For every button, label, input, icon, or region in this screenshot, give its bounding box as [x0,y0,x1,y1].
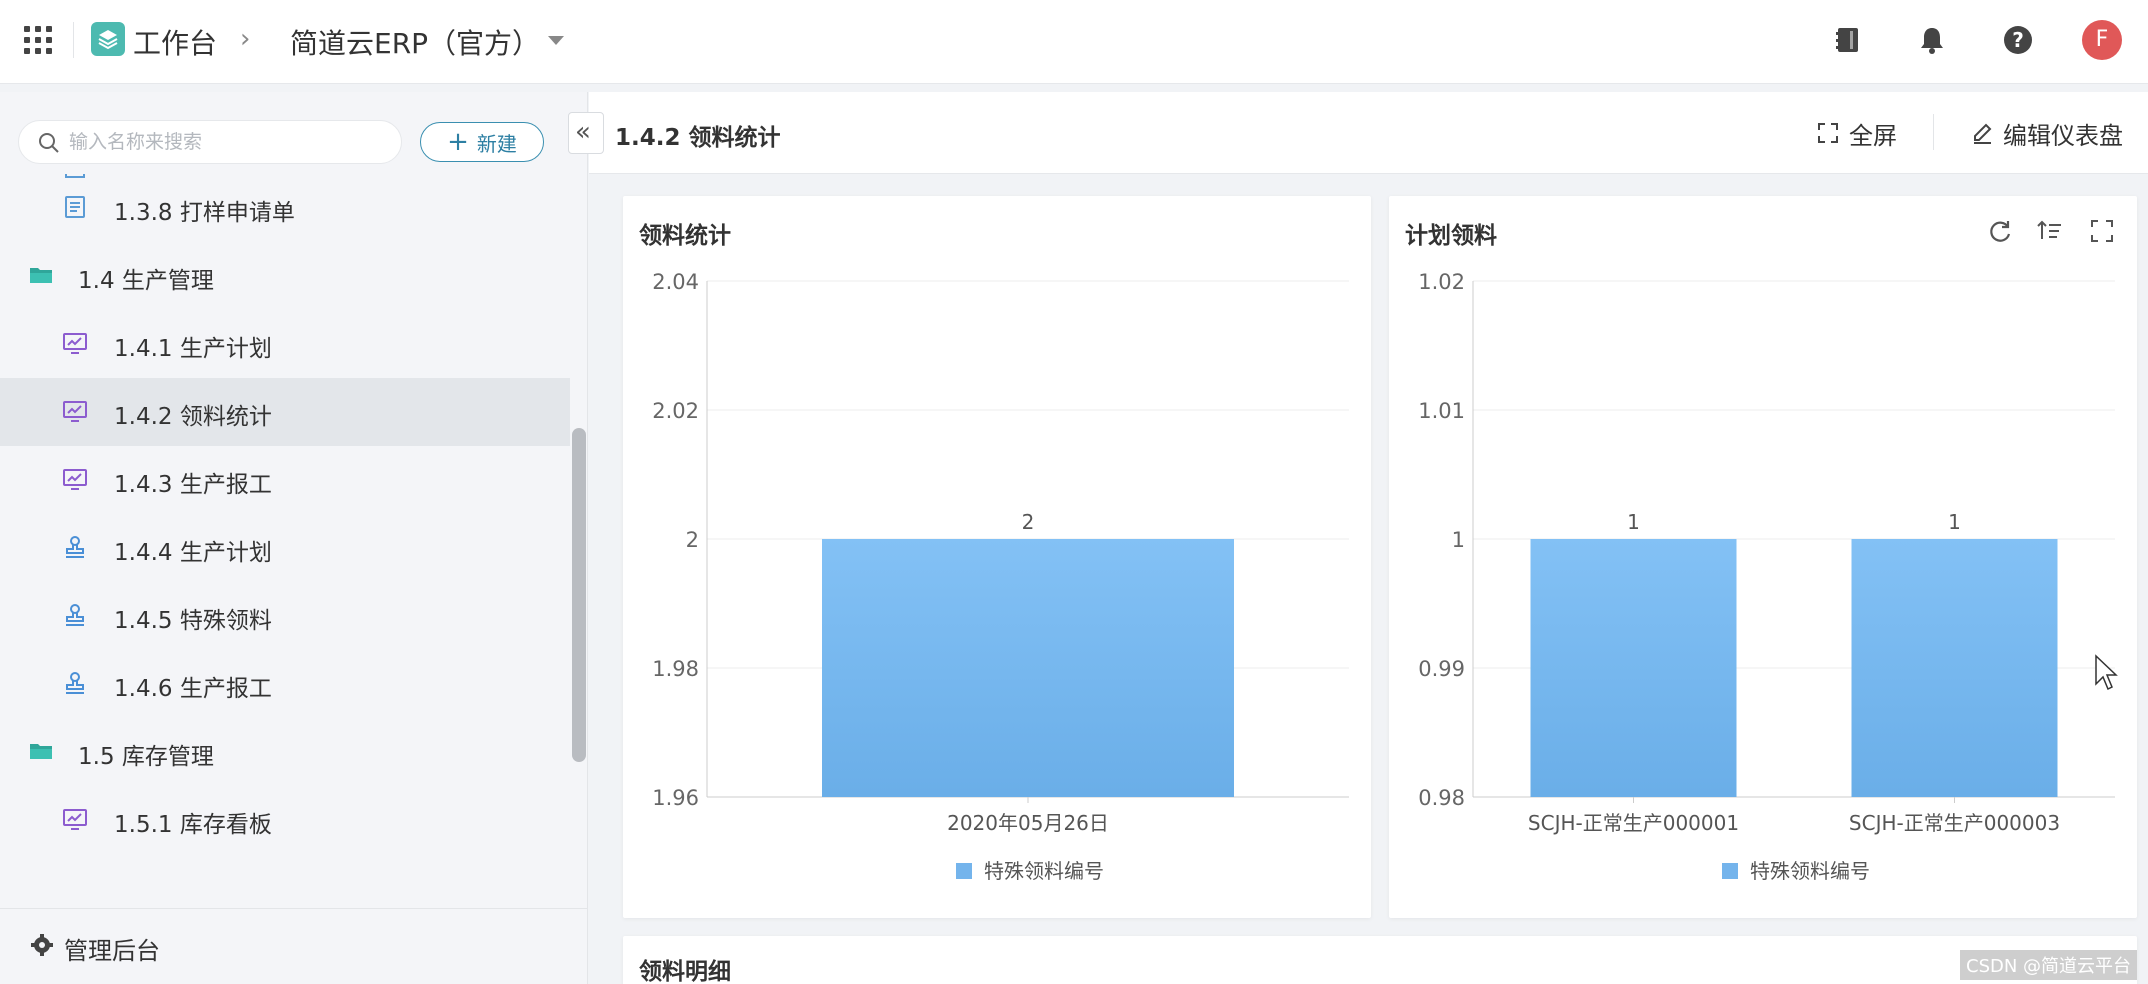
gear-icon [31,934,53,956]
data-label: 1 [1948,510,1961,534]
breadcrumb-chevron-icon: › [240,24,251,54]
stamp-icon [66,536,84,558]
admin-label: 管理后台 [64,937,160,965]
data-label: 1 [1627,510,1640,534]
sidebar-item-1-4-2[interactable]: 1.4.2 领料统计 [0,378,570,446]
apps-grid-icon[interactable] [24,26,52,54]
sidebar-item-label: 1.5.1 库存看板 [114,812,272,838]
sidebar-item-label: 1.4 生产管理 [78,268,214,294]
divider [73,22,74,58]
bar [1530,539,1737,797]
x-tick-label: SCJH-正常生产000001 [1528,811,1739,835]
bar [822,539,1234,797]
legend-label: 特殊领料编号 [984,859,1104,883]
search-input[interactable] [69,121,389,163]
chart-card-left: 领料统计 2.04 2.02 2 1.98 1.96 2 2020年05月26日 特殊领料编号 [623,196,1371,918]
sidebar-item-label: 1.4.6 生产报工 [114,676,272,702]
search-box[interactable] [18,120,402,164]
plus-icon: + [447,127,469,157]
sidebar-item-label: 1.4.1 生产计划 [114,336,272,362]
divider [1933,114,1934,150]
folder-icon [30,744,52,759]
dashboard-icon [63,401,87,422]
y-tick-label: 1.98 [652,657,699,681]
dashboard-icon [63,469,87,490]
legend: 特殊领料编号 [1722,859,1870,883]
sidebar-item-label: 1.4.4 生产计划 [114,540,272,566]
workbench-logo-icon[interactable] [91,22,125,56]
bar-chart-left: 2.04 2.02 2 1.98 1.96 2 2020年05月26日特殊领料编号 [652,270,1349,883]
dashboard-icon [63,333,87,354]
edit-dashboard-label: 编辑仪表盘 [2003,121,2123,150]
y-tick-label: 0.98 [1418,786,1465,810]
sidebar-item-1-4-6[interactable]: 1.4.6 生产报工 [0,650,570,718]
legend-swatch [1722,863,1738,879]
x-tick-label: 2020年05月26日 [947,811,1109,835]
sidebar-scrollbar[interactable] [572,428,586,762]
sidebar-item-label: 1.4.3 生产报工 [114,472,272,498]
fullscreen-button[interactable]: 全屏 [1817,116,1897,150]
form-icon [65,196,85,218]
admin-link[interactable]: 管理后台 [0,908,587,984]
y-tick-label: 1 [1452,528,1465,552]
app-name[interactable]: 简道云ERP（官方） [290,22,540,62]
detail-card: 领料明细 [623,936,2137,984]
y-tick-label: 2.02 [652,399,699,423]
folder-icon [30,268,52,283]
edit-dashboard-button[interactable]: 编辑仪表盘 [1971,116,2123,150]
sidebar-item-1-4-1[interactable]: 1.4.1 生产计划 [0,310,570,378]
legend-label: 特殊领料编号 [1750,859,1870,883]
sidebar-item-1-4-4[interactable]: 1.4.4 生产计划 [0,514,570,582]
new-button[interactable]: + 新建 [420,122,544,162]
new-button-label: 新建 [476,131,517,156]
navigation-tree: 1.3.8 打样申请单 1.4 生产管理 1.4.1 生产计划 1.4.2 领料… [0,174,570,904]
pencil-icon [1974,123,1992,144]
y-tick-label: 2 [686,528,699,552]
stamp-icon [66,672,84,694]
sidebar-item-1-4-3[interactable]: 1.4.3 生产报工 [0,446,570,514]
collapse-sidebar-button[interactable]: « [568,112,604,154]
sidebar-item-label: 1.4.5 特殊领料 [114,608,272,634]
stamp-icon [66,604,84,626]
top-bar: 工作台 › 简道云ERP（官方） ? F [0,0,2148,84]
bell-icon[interactable] [1914,22,1950,58]
avatar[interactable]: F [2082,20,2122,60]
bar [1851,539,2058,797]
workbench-link[interactable]: 工作台 [133,22,217,62]
dashboard-header: 1.4.2 领料统计 全屏 编辑仪表盘 [589,92,2148,174]
legend-swatch [956,863,972,879]
detail-card-title: 领料明细 [639,959,731,984]
double-chevron-left-icon: « [575,117,591,147]
legend: 特殊领料编号 [956,859,1104,883]
sidebar-item-label: 1.5 库存管理 [78,744,214,770]
sidebar-item-1-5-1[interactable]: 1.5.1 库存看板 [0,786,570,854]
y-tick-label: 2.04 [652,270,699,294]
bar-chart-right: 1.02 1.01 1 0.99 0.98 1 SCJH-正常生产000001 1 SCJH-正… [1418,270,2115,883]
y-tick-label: 1.01 [1418,399,1465,423]
mouse-cursor-icon [2094,654,2120,696]
expand-icon [1818,123,1838,143]
sidebar-folder-1-4[interactable]: 1.4 生产管理 [0,242,570,310]
help-icon[interactable]: ? [2000,22,2036,58]
y-tick-label: 1.02 [1418,270,1465,294]
y-tick-label: 1.96 [652,786,699,810]
app-dropdown-caret-icon[interactable] [548,36,564,45]
dashboard-icon [63,809,87,830]
chart-card-right: 计划领料 1.02 1.01 1 0.99 0.98 1 SCJH-正常生产000001 1 S… [1389,196,2137,918]
x-tick-label: SCJH-正常生产000003 [1849,811,2060,835]
fullscreen-label: 全屏 [1849,121,1897,150]
notebook-icon[interactable] [1830,22,1866,58]
data-label: 2 [1022,510,1035,534]
search-icon [39,133,59,153]
page-title: 1.4.2 领料统计 [615,125,781,151]
svg-text:?: ? [2012,28,2024,52]
sidebar-item-label: 1.4.2 领料统计 [114,404,272,430]
y-tick-label: 0.99 [1418,657,1465,681]
sidebar-folder-1-5[interactable]: 1.5 库存管理 [0,718,570,786]
watermark: CSDN @简道云平台 [1960,950,2138,980]
sidebar-item-1-3-8[interactable]: 1.3.8 打样申请单 [0,174,570,242]
sidebar-item-1-4-5[interactable]: 1.4.5 特殊领料 [0,582,570,650]
sidebar-item-label: 1.3.8 打样申请单 [114,200,295,226]
sidebar: + 新建 1.3.8 打样申请单 1.4 生产管理 1.4.1 生产计划 1.4… [0,92,588,984]
